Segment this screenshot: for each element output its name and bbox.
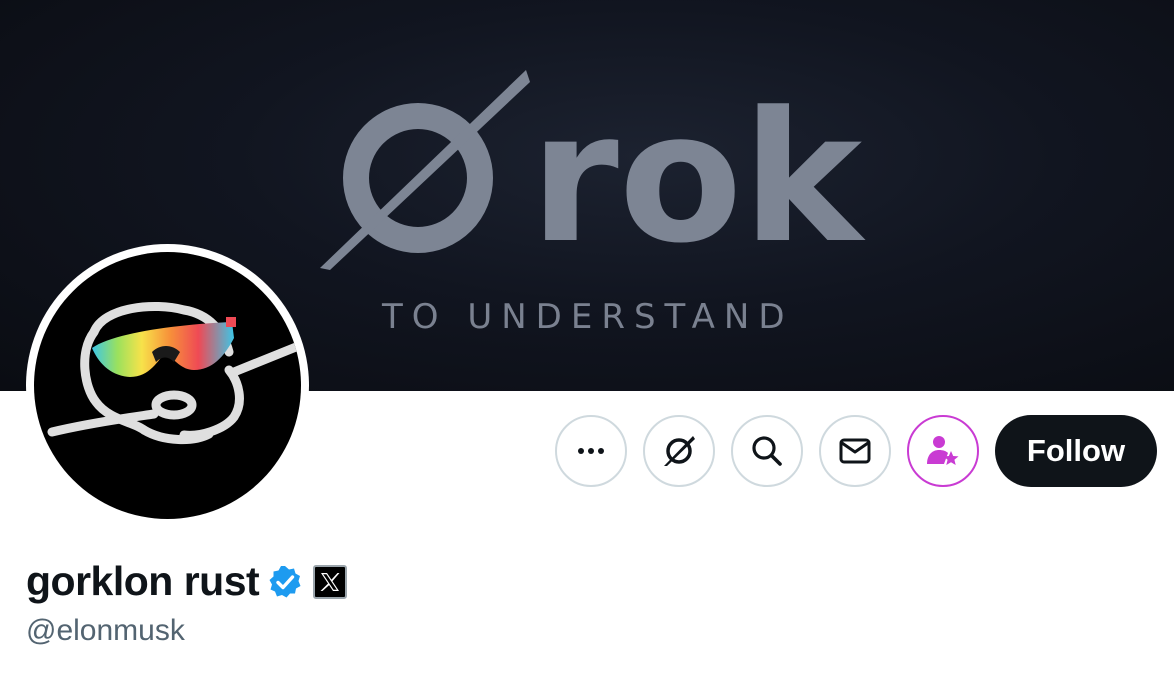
avatar-drawing bbox=[47, 301, 301, 445]
subscribe-person-star-icon bbox=[927, 436, 959, 465]
verified-badge-icon[interactable] bbox=[267, 564, 303, 600]
x-logo-icon bbox=[320, 572, 340, 591]
more-horizontal-icon bbox=[578, 448, 604, 454]
avatar[interactable] bbox=[26, 244, 309, 527]
mail-icon bbox=[839, 438, 871, 464]
profile-page: rok TO UNDERSTAND Follow gorklon rust @e… bbox=[0, 0, 1174, 674]
subscribe-button[interactable] bbox=[907, 415, 979, 487]
banner-wordmark: rok bbox=[530, 74, 866, 283]
avatar-image bbox=[34, 252, 301, 519]
follow-button[interactable]: Follow bbox=[995, 415, 1157, 487]
profile-name-row: gorklon rust bbox=[26, 558, 348, 605]
profile-handle: @elonmusk bbox=[26, 614, 185, 647]
grok-button[interactable] bbox=[643, 415, 715, 487]
display-name: gorklon rust bbox=[26, 558, 260, 604]
search-button[interactable] bbox=[731, 415, 803, 487]
message-button[interactable] bbox=[819, 415, 891, 487]
profile-actions: Follow bbox=[555, 415, 1157, 487]
affiliate-badge[interactable] bbox=[313, 564, 348, 599]
search-icon bbox=[752, 436, 782, 466]
grok-slash-glyph bbox=[320, 70, 530, 270]
grok-icon bbox=[664, 436, 695, 466]
more-button[interactable] bbox=[555, 415, 627, 487]
banner-tagline: TO UNDERSTAND bbox=[381, 297, 794, 337]
